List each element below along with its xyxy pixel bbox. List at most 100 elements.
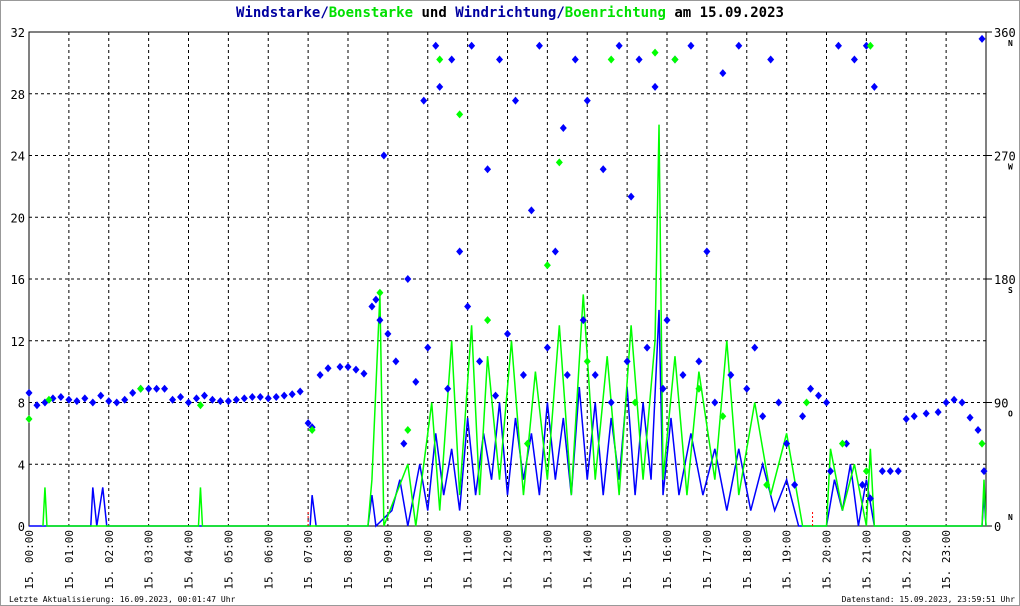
direction-point [623, 357, 631, 366]
gust-line [42, 124, 987, 527]
direction-point [105, 397, 113, 406]
x-tick-label: 15. 20:00 [821, 530, 834, 590]
direction-point [850, 55, 858, 64]
compass-label: W [1008, 163, 1013, 172]
y2-tick-label: 90 [994, 397, 1008, 411]
gust-direction-point [978, 439, 986, 448]
direction-point [324, 364, 332, 373]
gust-direction-point [543, 261, 551, 270]
direction-point [823, 398, 830, 407]
direction-point [57, 393, 65, 402]
direction-point [368, 302, 376, 311]
gust-direction-point [803, 398, 811, 407]
gust-direction-point [25, 414, 33, 423]
x-tick-label: 15. 17:00 [701, 530, 714, 590]
direction-point [400, 439, 408, 448]
x-tick-label: 15. 01:00 [63, 530, 76, 590]
direction-point [316, 371, 324, 380]
direction-point [886, 467, 894, 476]
direction-point [966, 413, 974, 422]
x-tick-label: 15. 00:00 [23, 530, 36, 590]
x-tick-label: 15. 21:00 [860, 530, 873, 590]
x-tick-label: 15. 14:00 [581, 530, 594, 590]
y2-tick-label: 180 [994, 273, 1016, 287]
direction-point [894, 467, 902, 476]
x-tick-label: 15. 07:00 [302, 530, 315, 590]
gust-direction-point [376, 288, 384, 297]
y2-tick-label: 0 [994, 520, 1001, 534]
direction-point [185, 398, 192, 407]
gust-direction-point [607, 55, 615, 64]
direction-point [775, 398, 783, 407]
direction-point [735, 41, 743, 50]
direction-point [464, 302, 472, 311]
direction-point [412, 377, 420, 386]
direction-point [719, 69, 727, 78]
direction-point [248, 393, 256, 402]
direction-point [81, 394, 89, 403]
compass-label: N [1008, 513, 1013, 522]
direction-point [511, 96, 519, 105]
direction-point [599, 165, 607, 174]
x-tick-label: 15. 18:00 [741, 530, 754, 590]
x-tick-label: 15. 23:00 [940, 530, 953, 590]
direction-point [527, 206, 535, 215]
direction-point [571, 55, 579, 64]
direction-point [436, 82, 444, 91]
direction-point [145, 384, 153, 393]
direction-point [950, 395, 958, 404]
direction-point [33, 401, 41, 410]
direction-point [504, 329, 511, 338]
direction-point [635, 55, 643, 64]
direction-point [543, 343, 551, 352]
y-tick-label: 20 [11, 211, 25, 225]
direction-point [89, 398, 97, 407]
direction-point [751, 343, 759, 352]
direction-point [153, 384, 161, 393]
gust-direction-point [651, 48, 659, 57]
direction-point [791, 480, 799, 489]
x-tick-label: 15. 09:00 [382, 530, 395, 590]
direction-point [344, 362, 352, 371]
direction-point [360, 369, 368, 378]
chart-plot: 0 4 8 12 16 20 24 28 32 15. 00:00 15. 01:00 15. 02:… [11, 26, 1016, 590]
compass-label: S [1008, 286, 1013, 295]
direction-point [591, 371, 599, 380]
y-tick-label: 12 [11, 335, 25, 349]
gust-direction-point [484, 316, 492, 325]
x-tick-label: 15. 04:00 [183, 530, 196, 590]
direction-point [563, 371, 571, 380]
direction-point [288, 390, 296, 399]
direction-point [743, 384, 751, 393]
direction-point [615, 41, 623, 50]
gust-direction-point [555, 158, 563, 167]
direction-point [703, 247, 711, 256]
direction-point [280, 391, 288, 400]
direction-point [687, 41, 695, 50]
direction-point [376, 316, 384, 325]
direction-point [129, 388, 137, 397]
direction-point [551, 247, 559, 256]
direction-point [695, 357, 703, 366]
direction-point [922, 409, 930, 418]
direction-point [448, 55, 456, 64]
direction-point [902, 414, 910, 423]
direction-point [256, 393, 264, 402]
x-tick-label: 15. 02:00 [103, 530, 116, 590]
direction-point [97, 391, 105, 400]
direction-point [384, 329, 392, 338]
y-tick-label: 24 [11, 150, 25, 164]
compass-label: N [1008, 39, 1013, 48]
direction-point [815, 391, 823, 400]
direction-point [424, 343, 432, 352]
direction-point [826, 467, 834, 476]
x-tick-label: 15. 15:00 [621, 530, 634, 590]
direction-point [177, 393, 185, 402]
direction-point [942, 398, 950, 407]
direction-point [759, 412, 767, 421]
direction-point [476, 357, 484, 366]
x-tick-label: 15. 05:00 [222, 530, 235, 590]
direction-point [607, 398, 615, 407]
gust-direction-point [838, 439, 846, 448]
direction-point [432, 41, 440, 50]
